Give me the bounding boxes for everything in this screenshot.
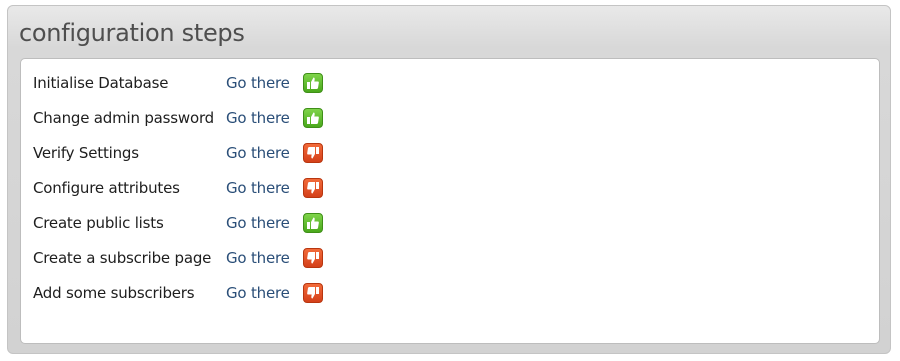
thumbs-up-icon [303,72,323,93]
thumbs-up-icon [303,212,323,233]
go-there-link[interactable]: Go there [226,144,290,162]
go-there-link[interactable]: Go there [226,74,290,92]
step-label: Change admin password [33,108,214,127]
thumbs-down-icon [303,247,323,268]
thumbs-down-icon [303,282,323,303]
go-there-link[interactable]: Go there [226,249,290,267]
step-label: Initialise Database [33,73,169,92]
thumbs-up-icon [303,107,323,128]
panel-body: Initialise Database Go there Change admi… [20,58,880,344]
step-label: Create public lists [33,213,164,232]
thumbs-down-icon [303,142,323,163]
thumbs-down-icon [303,177,323,198]
go-there-link[interactable]: Go there [226,214,290,232]
step-label: Verify Settings [33,143,139,162]
step-label: Add some subscribers [33,283,195,302]
panel-title: configuration steps [19,19,245,47]
go-there-link[interactable]: Go there [226,109,290,127]
configuration-steps-panel: configuration steps Initialise Database … [7,5,891,354]
go-there-link[interactable]: Go there [226,284,290,302]
step-label: Configure attributes [33,178,180,197]
go-there-link[interactable]: Go there [226,179,290,197]
step-label: Create a subscribe page [33,248,212,267]
